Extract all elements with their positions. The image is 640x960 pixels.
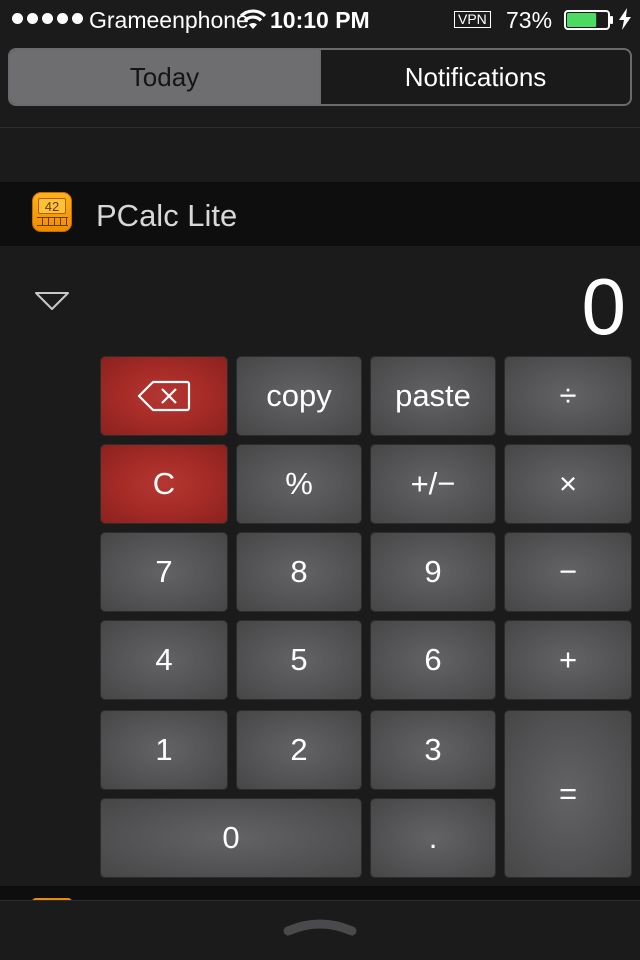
minus-label: −: [558, 554, 578, 589]
digit-6-label: 6: [424, 642, 442, 677]
digit-1-button[interactable]: 1: [100, 710, 228, 790]
digit-3-label: 3: [424, 732, 442, 767]
decimal-point-label: .: [428, 820, 438, 855]
backspace-icon: [137, 380, 191, 412]
digit-2-button[interactable]: 2: [236, 710, 362, 790]
digit-9-button[interactable]: 9: [370, 532, 496, 612]
digit-2-label: 2: [290, 732, 308, 767]
battery-percentage: 73%: [506, 7, 553, 33]
digit-1-label: 1: [155, 732, 173, 767]
digit-4-button[interactable]: 4: [100, 620, 228, 700]
decimal-point-button[interactable]: .: [370, 798, 496, 878]
header-divider: [0, 127, 640, 128]
pcalc-app-icon: 42: [32, 192, 72, 232]
percent-label: %: [285, 466, 313, 501]
plus-label: +: [558, 642, 578, 677]
carrier-name: Grameenphone: [89, 7, 249, 33]
plus-button[interactable]: +: [504, 620, 632, 700]
equals-button[interactable]: =: [504, 710, 632, 878]
digit-7-label: 7: [155, 554, 173, 589]
notification-center-screen: Grameenphone 10:10 PM VPN 73% Today Noti…: [0, 0, 640, 960]
collapse-triangle-icon[interactable]: [34, 291, 70, 311]
calculator-display: 0: [581, 262, 627, 351]
plus-minus-button[interactable]: +/−: [370, 444, 496, 524]
digit-5-label: 5: [290, 642, 308, 677]
copy-label: copy: [266, 378, 332, 413]
status-bar: Grameenphone 10:10 PM VPN 73%: [0, 0, 640, 40]
digit-9-label: 9: [424, 554, 442, 589]
copy-button[interactable]: copy: [236, 356, 362, 436]
paste-label: paste: [395, 378, 471, 413]
wifi-icon: [239, 9, 267, 29]
digit-8-label: 8: [290, 554, 308, 589]
clock-time: 10:10 PM: [270, 7, 370, 33]
today-notifications-segmented-control: Today Notifications: [8, 48, 632, 106]
minus-button[interactable]: −: [504, 532, 632, 612]
digit-8-button[interactable]: 8: [236, 532, 362, 612]
divide-label: ÷: [559, 378, 577, 413]
digit-7-button[interactable]: 7: [100, 532, 228, 612]
paste-button[interactable]: paste: [370, 356, 496, 436]
digit-0-label: 0: [222, 820, 240, 855]
backspace-button[interactable]: [100, 356, 228, 436]
digit-3-button[interactable]: 3: [370, 710, 496, 790]
charging-bolt-icon: [619, 8, 631, 30]
pull-up-grabber-icon[interactable]: [282, 911, 358, 939]
tab-today[interactable]: Today: [10, 50, 319, 104]
widget-header[interactable]: 42 PCalc Lite: [0, 182, 640, 246]
tab-notifications[interactable]: Notifications: [319, 50, 630, 104]
multiply-label: ×: [558, 466, 578, 501]
multiply-button[interactable]: ×: [504, 444, 632, 524]
vpn-badge: VPN: [454, 11, 491, 28]
digit-0-button[interactable]: 0: [100, 798, 362, 878]
equals-label: =: [558, 776, 578, 811]
divide-button[interactable]: ÷: [504, 356, 632, 436]
percent-button[interactable]: %: [236, 444, 362, 524]
digit-5-button[interactable]: 5: [236, 620, 362, 700]
widget-title: PCalc Lite: [96, 198, 238, 233]
app-icon-number: 42: [38, 198, 66, 214]
plus-minus-label: +/−: [410, 466, 456, 501]
clear-label: C: [152, 466, 176, 501]
digit-4-label: 4: [155, 642, 173, 677]
clear-button[interactable]: C: [100, 444, 228, 524]
battery-icon: [564, 10, 613, 30]
digit-6-button[interactable]: 6: [370, 620, 496, 700]
signal-strength-icon: [12, 13, 83, 24]
next-widget-header-strip: [0, 886, 640, 900]
